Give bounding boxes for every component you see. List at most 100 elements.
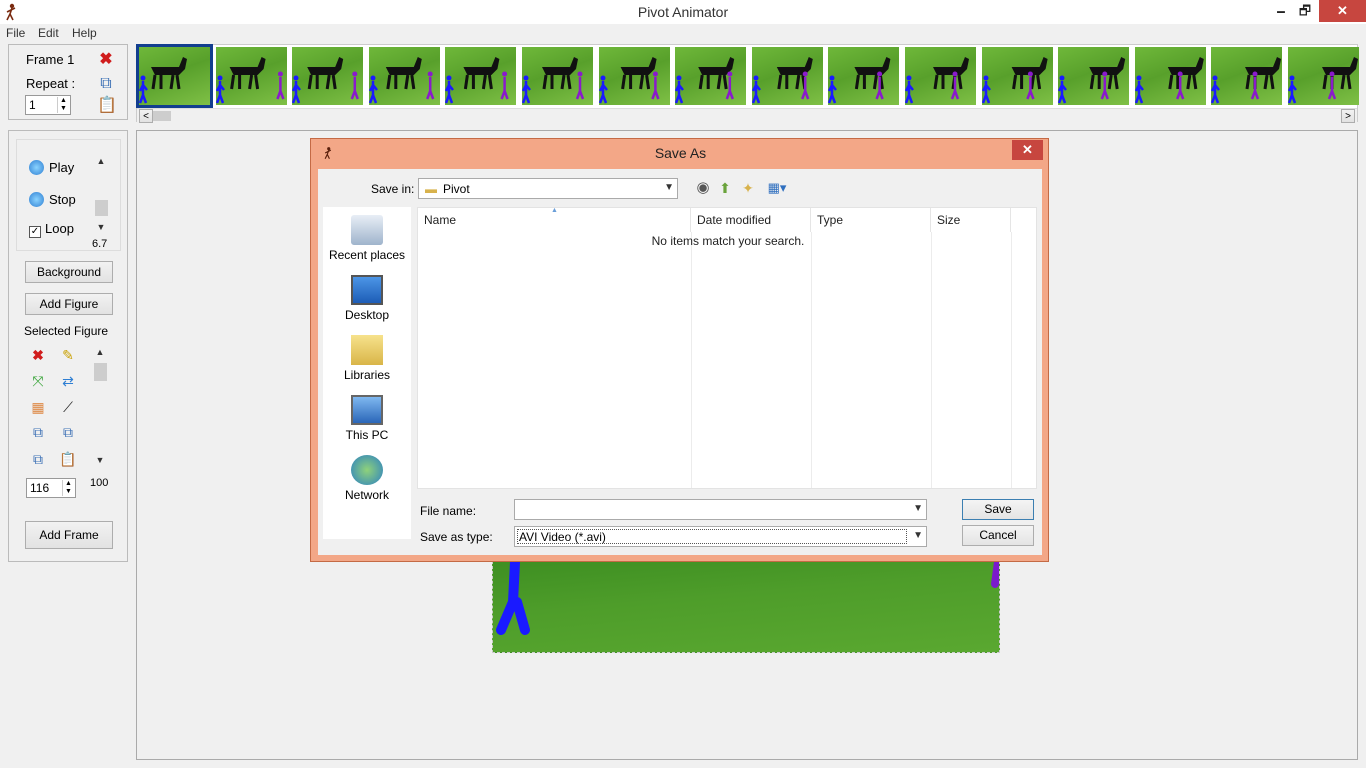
frame-thumbnail[interactable] xyxy=(292,47,364,105)
frame-thumbnail[interactable] xyxy=(905,47,976,105)
place-recent[interactable]: Recent places xyxy=(323,215,411,262)
frame-thumbnail[interactable] xyxy=(598,47,670,105)
minimize-button[interactable]: 🗕 xyxy=(1268,0,1294,22)
computer-icon xyxy=(351,395,383,425)
stickfigure-blue[interactable] xyxy=(493,562,1000,653)
frame-thumbnail[interactable] xyxy=(1058,47,1130,105)
chevron-down-icon: ▼ xyxy=(913,530,923,541)
frame-thumbnail[interactable] xyxy=(1288,47,1359,105)
stepper-arrows[interactable]: ▲ ▼ xyxy=(62,480,74,496)
file-list[interactable]: Name ▲ Date modified Type Size No items … xyxy=(417,207,1037,489)
view-menu-icon[interactable]: ▦▾ xyxy=(764,179,790,197)
save-in-dropdown[interactable]: ▬ Pivot ▼ xyxy=(418,178,678,199)
size-stepper[interactable]: 116 ▲ ▼ xyxy=(26,478,76,498)
chevron-down-icon: ▼ xyxy=(664,182,674,193)
column-date-modified[interactable]: Date modified xyxy=(691,208,811,232)
flip-figure-icon[interactable]: ⇄ xyxy=(59,372,77,390)
save-button[interactable]: Save xyxy=(962,499,1034,520)
copy-figure-icon[interactable]: ⧉ xyxy=(29,450,47,468)
frame-thumbnail[interactable] xyxy=(368,47,440,105)
new-folder-icon[interactable]: ✦ xyxy=(739,179,757,197)
column-type[interactable]: Type xyxy=(811,208,931,232)
opacity-thumb[interactable] xyxy=(94,363,107,381)
frame-thumbnail[interactable] xyxy=(522,47,593,105)
background-button[interactable]: Background xyxy=(25,261,113,283)
delete-figure-icon[interactable]: ✖ xyxy=(29,346,47,364)
copy-frame-icon[interactable]: ⧉ xyxy=(97,75,115,93)
frame-thumbnail[interactable] xyxy=(981,47,1053,105)
frame-thumbnail[interactable] xyxy=(136,44,213,108)
frame-thumbnail[interactable] xyxy=(1134,47,1206,105)
bring-forward-icon[interactable]: ⧉ xyxy=(29,423,47,441)
chevron-up-icon[interactable]: ▲ xyxy=(93,156,109,166)
menu-file[interactable]: File xyxy=(6,26,25,40)
save-as-dialog: Save As ✕ Save in: ▬ Pivot ▼ ◉ ⬆ ✦ ▦▾ Re… xyxy=(310,138,1049,562)
play-button[interactable]: Play xyxy=(29,160,74,175)
libraries-icon xyxy=(351,335,383,365)
close-window-button[interactable]: ✕ xyxy=(1319,0,1366,22)
send-backward-icon[interactable]: ⧉ xyxy=(59,423,77,441)
up-folder-icon[interactable]: ⬆ xyxy=(716,179,734,197)
repeat-stepper[interactable]: 1 ▲ ▼ xyxy=(25,95,71,115)
recent-places-icon xyxy=(351,215,383,245)
add-figure-button[interactable]: Add Figure xyxy=(25,293,113,315)
place-libraries[interactable]: Libraries xyxy=(323,335,411,382)
column-size[interactable]: Size xyxy=(931,208,1011,232)
scroll-right-arrow[interactable]: > xyxy=(1341,109,1355,123)
chevron-down-icon[interactable]: ▼ xyxy=(93,222,109,232)
stop-button[interactable]: Stop xyxy=(29,192,76,207)
paste-frame-icon[interactable]: 📋 xyxy=(97,97,117,115)
frame-thumbnail[interactable] xyxy=(215,47,287,105)
color-palette-icon[interactable]: ▦ xyxy=(29,398,47,416)
save-type-label: Save as type: xyxy=(420,530,493,544)
cancel-button[interactable]: Cancel xyxy=(962,525,1034,546)
save-type-dropdown[interactable]: AVI Video (*.avi) ▼ xyxy=(514,526,927,547)
stop-icon xyxy=(29,192,44,207)
frame-thumbnail[interactable] xyxy=(828,47,900,105)
close-icon[interactable]: ✕ xyxy=(1012,140,1043,160)
save-in-label: Save in: xyxy=(371,182,415,196)
frame-thumbnail[interactable] xyxy=(445,47,517,105)
frame-thumbnail[interactable] xyxy=(751,47,823,105)
sort-arrow-icon: ▲ xyxy=(551,207,558,214)
place-this-pc[interactable]: This PC xyxy=(323,395,411,442)
place-network[interactable]: Network xyxy=(323,455,411,502)
edit-figure-pencil-icon[interactable]: ✎ xyxy=(59,346,77,364)
scroll-left-arrow[interactable]: < xyxy=(139,109,153,123)
place-desktop[interactable]: Desktop xyxy=(323,275,411,322)
add-frame-button[interactable]: Add Frame xyxy=(25,521,113,549)
column-divider xyxy=(691,232,692,488)
loop-checkbox[interactable]: ✓ Loop xyxy=(29,221,74,238)
window-title: Pivot Animator xyxy=(637,4,729,20)
speed-slider[interactable]: ▲ ▼ xyxy=(93,156,109,234)
speed-value: 6.7 xyxy=(92,238,108,250)
frame-panel: Frame 1 ✖ Repeat : ⧉ 1 ▲ ▼ 📋 xyxy=(8,44,128,120)
stage-background[interactable] xyxy=(492,561,1000,653)
brush-tool-icon[interactable]: ⟋ xyxy=(59,398,77,416)
repeat-label: Repeat : xyxy=(26,76,76,91)
opacity-value: 100 xyxy=(90,477,109,489)
scale-figure-icon[interactable]: ⤧ xyxy=(29,372,47,390)
frame-thumbnail[interactable] xyxy=(1211,47,1283,105)
frame-thumbnail[interactable] xyxy=(675,47,747,105)
thumbnail-scrollbar[interactable]: < > xyxy=(137,108,1357,123)
speed-thumb[interactable] xyxy=(95,200,108,216)
menu-help[interactable]: Help xyxy=(72,26,97,40)
chevron-down-icon[interactable]: ▼ xyxy=(92,455,108,465)
menu-edit[interactable]: Edit xyxy=(38,26,59,40)
chevron-up-icon[interactable]: ▲ xyxy=(92,347,108,357)
paste-figure-icon[interactable]: 📋 xyxy=(59,450,77,468)
playback-box: Play Stop ✓ Loop ▲ ▼ 6.7 xyxy=(16,139,121,251)
stepper-arrows[interactable]: ▲ ▼ xyxy=(57,97,69,113)
file-name-input[interactable]: ▼ xyxy=(514,499,927,520)
network-globe-icon xyxy=(351,455,383,485)
maximize-button[interactable]: 🗗 xyxy=(1292,0,1318,22)
file-name-label: File name: xyxy=(420,504,477,518)
column-divider xyxy=(811,232,812,488)
opacity-slider[interactable]: ▲ ▼ xyxy=(92,345,108,469)
places-bar: Recent places Desktop Libraries This PC … xyxy=(323,207,411,539)
desktop-icon xyxy=(351,275,383,305)
back-icon[interactable]: ◉ xyxy=(694,179,712,197)
delete-frame-icon[interactable]: ✖ xyxy=(97,51,115,69)
scroll-thumb[interactable] xyxy=(153,111,171,121)
